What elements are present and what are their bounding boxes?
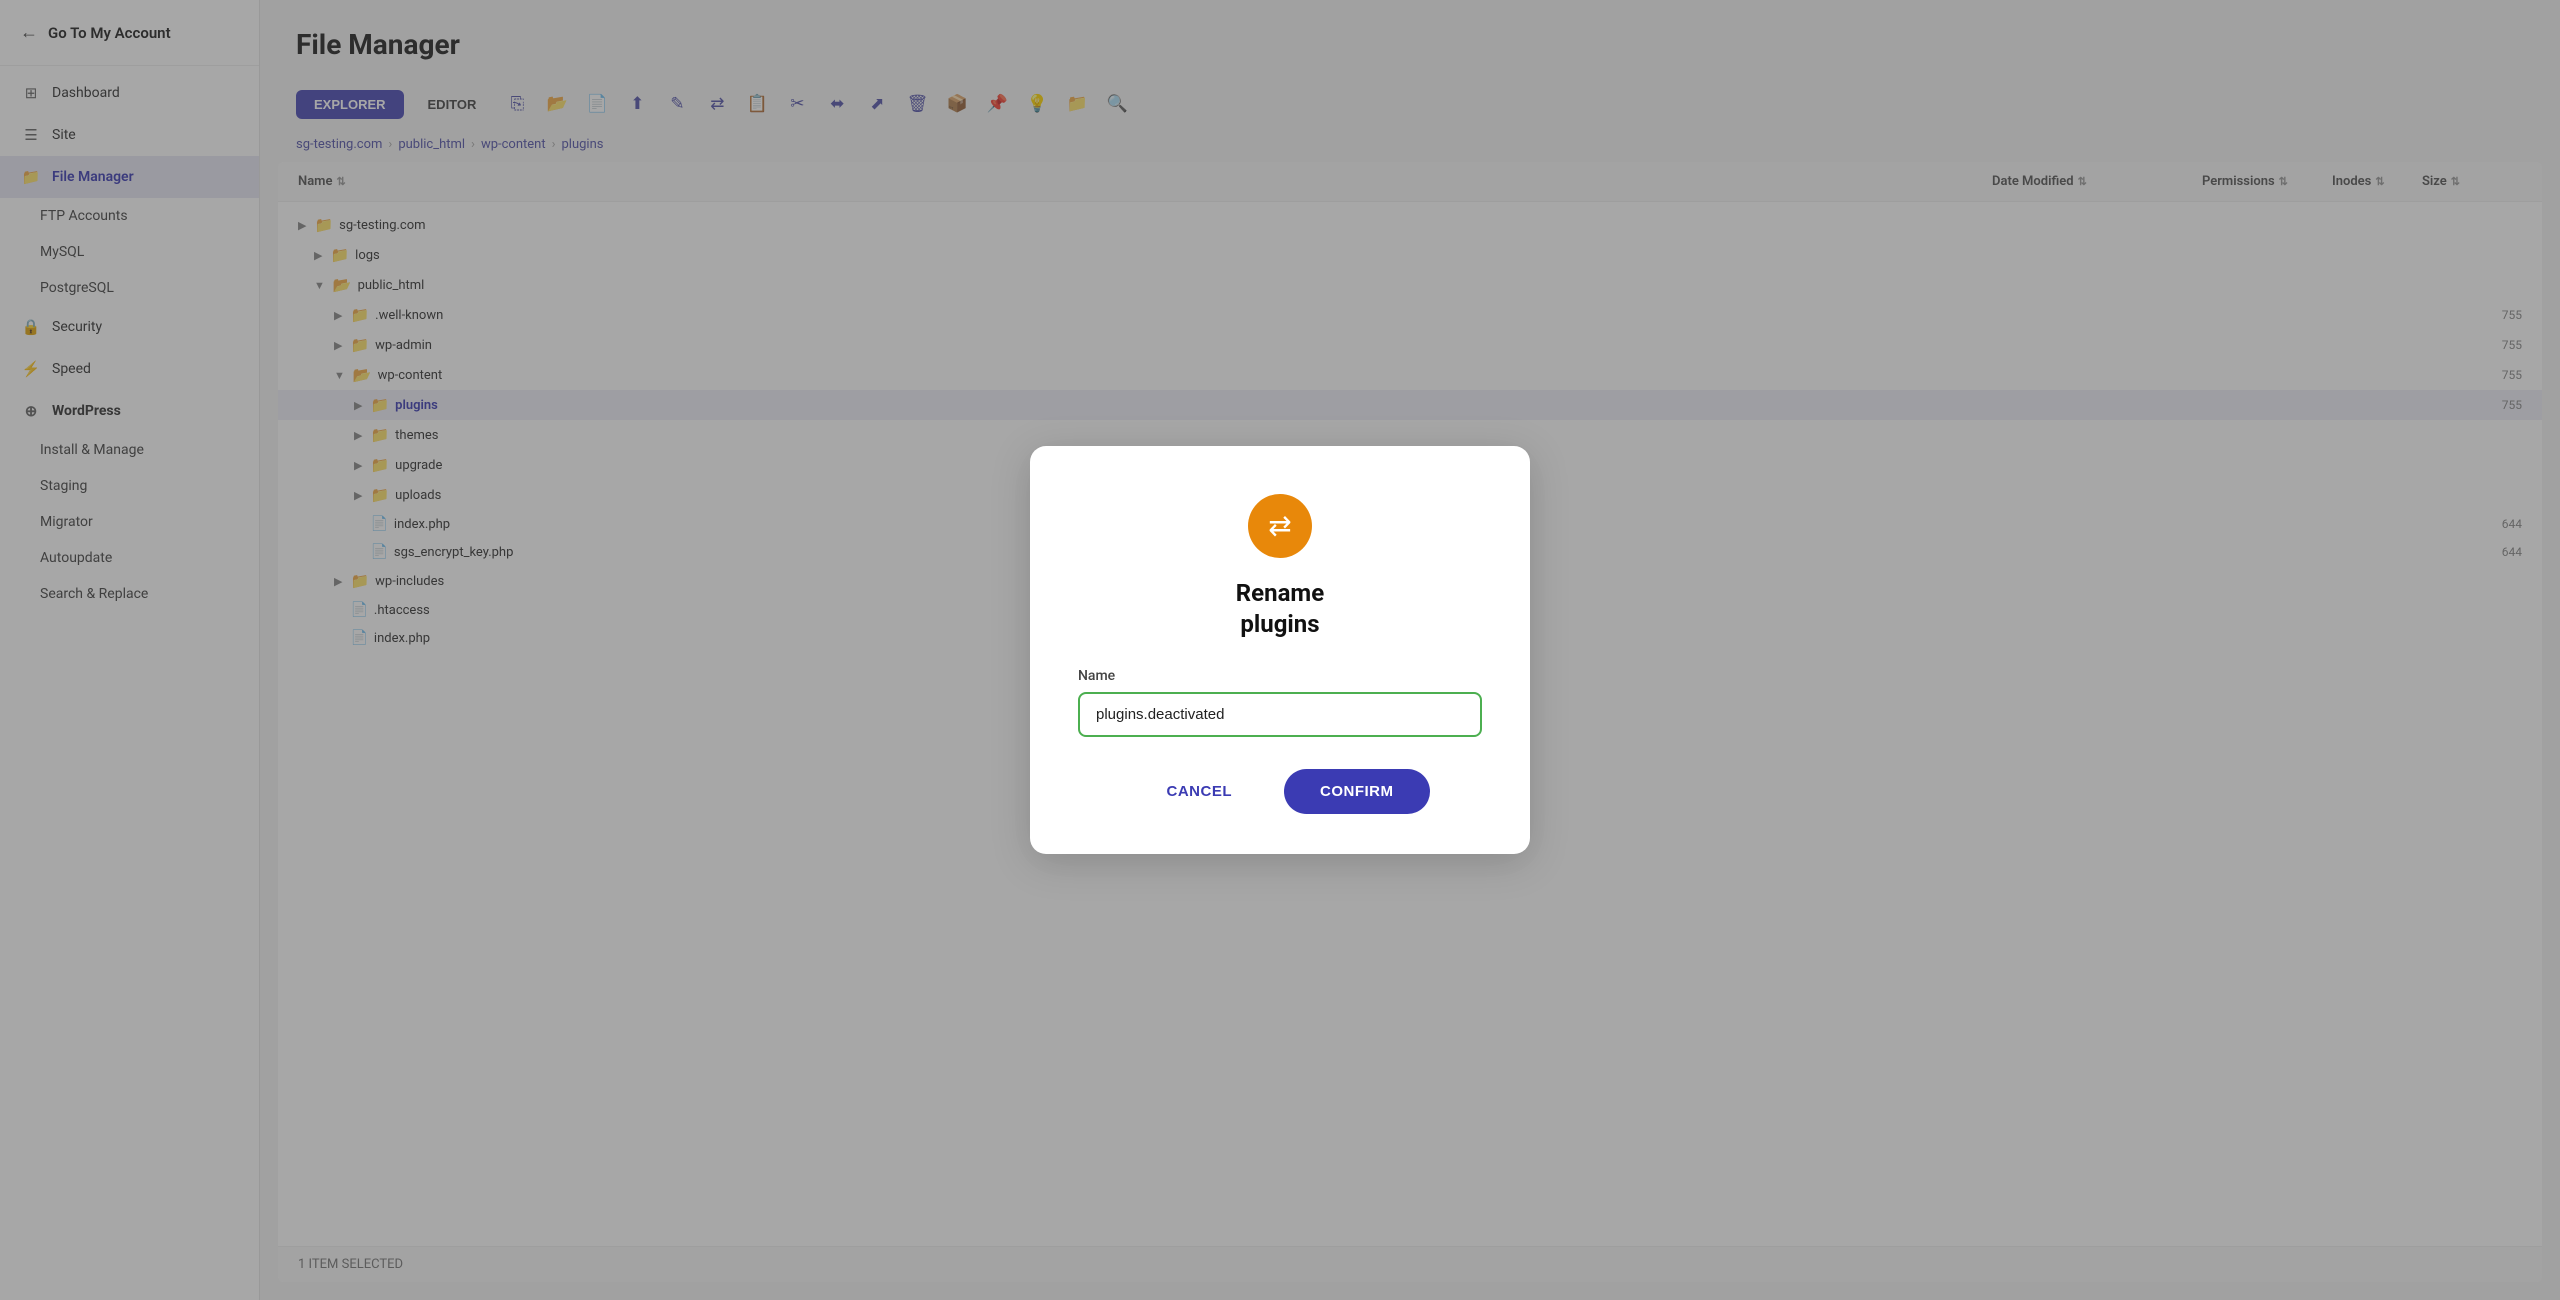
modal-overlay: ⇄ Rename plugins Name CANCEL CONFIRM (0, 0, 2560, 1300)
modal-title-line1: Rename (1236, 579, 1324, 607)
modal-actions: CANCEL CONFIRM (1078, 769, 1482, 814)
modal-title: Rename plugins (1236, 578, 1324, 640)
rename-icon: ⇄ (1268, 509, 1291, 542)
modal-icon-wrap: ⇄ (1248, 494, 1312, 558)
modal-title-line2: plugins (1240, 610, 1319, 638)
confirm-button[interactable]: CONFIRM (1284, 769, 1430, 814)
cancel-button[interactable]: CANCEL (1131, 769, 1269, 814)
rename-modal: ⇄ Rename plugins Name CANCEL CONFIRM (1030, 446, 1530, 854)
rename-input[interactable] (1078, 692, 1482, 737)
modal-field-label: Name (1078, 668, 1482, 684)
